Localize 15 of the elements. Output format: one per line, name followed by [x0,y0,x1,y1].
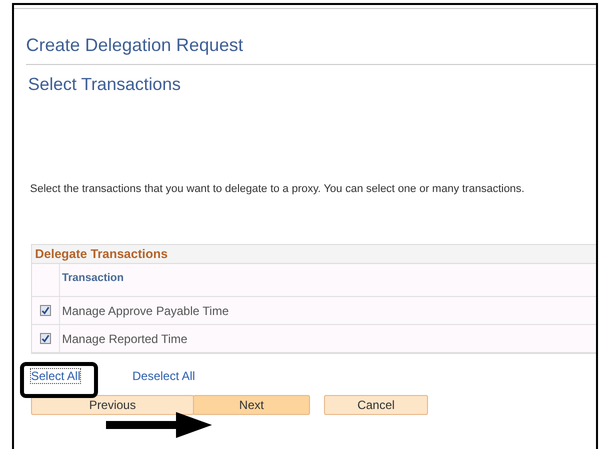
link[interactable]: Select All [31,369,80,383]
grid-title: Delegate Transactions [32,245,596,264]
button[interactable]: Previous [31,395,194,415]
arrow-icon [106,412,212,438]
button[interactable]: Next [193,395,310,415]
link[interactable]: Deselect All [132,369,196,383]
instructions-text: Select the transactions that you want to delegate to a proxy. You can select one or many transactions. [30,183,526,195]
button[interactable]: Cancel [324,395,428,415]
table-cell-text: Manage Reported Time [61,330,188,348]
step-title: Select Transactions [28,74,182,95]
page-title: Create Delegation Request [26,35,596,65]
checkbox[interactable] [40,305,51,316]
column-header: Transaction [61,271,125,286]
table-cell-text: Manage Approve Payable Time [61,302,230,320]
checkbox[interactable] [40,333,51,344]
